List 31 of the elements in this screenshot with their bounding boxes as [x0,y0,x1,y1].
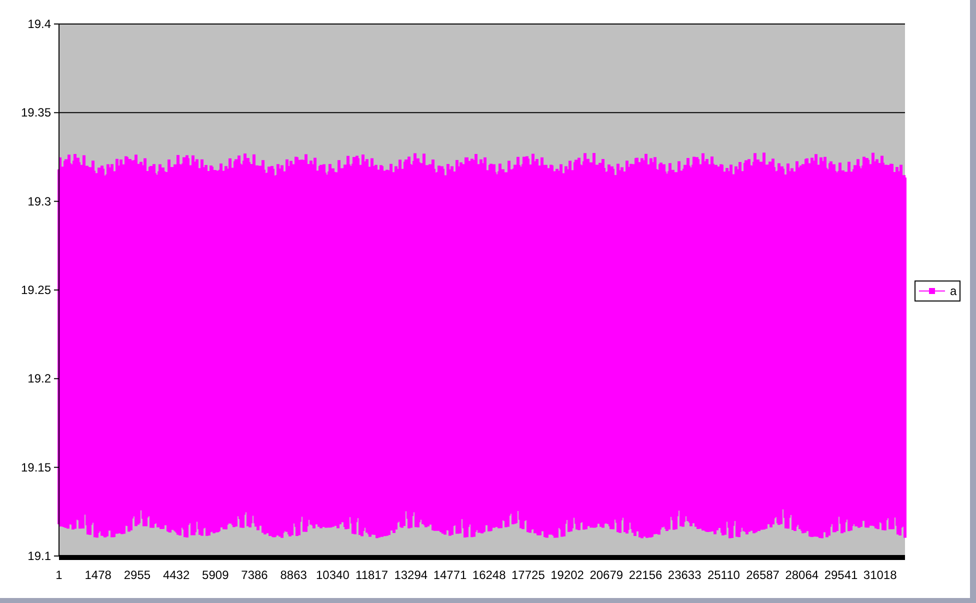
y-tick-label: 19.25 [20,283,51,297]
x-tick-label: 13294 [394,568,428,582]
y-tick-label: 19.15 [20,460,51,474]
x-tick-label: 8863 [280,568,307,582]
x-tick-label: 17725 [512,568,545,582]
x-tick-label: 1 [56,568,62,582]
x-tick-label: 26587 [746,568,780,582]
x-tick-label: 10340 [316,568,350,582]
x-tick-label: 25110 [707,568,740,582]
x-tick-label: 2955 [124,568,151,582]
y-tick-label: 19.2 [28,372,51,386]
x-tick-label: 23633 [668,568,702,582]
y-tick-label: 19.4 [28,17,51,31]
x-tick-label: 1478 [84,568,112,582]
y-tick-label: 19.1 [28,549,51,563]
legend [914,280,960,302]
x-tick-label: 7386 [241,568,268,582]
x-tick-label: 20679 [590,568,624,582]
x-tick-label: 22156 [628,568,662,582]
x-tick-label: 29541 [824,568,858,582]
x-tick-label: 4432 [162,568,190,582]
x-tick-label: 28064 [785,568,819,582]
y-tick-label: 19.3 [28,194,51,208]
x-tick-label: 19202 [550,568,584,582]
x-tick-label: 31018 [863,568,897,582]
x-tick-label: 16248 [472,568,506,582]
x-tick-label: 14771 [433,568,467,582]
x-tick-label: 5909 [202,568,229,582]
legend-label: a [950,284,957,298]
y-tick-label: 19.35 [20,106,51,120]
x-tick-label: 11817 [356,568,388,582]
